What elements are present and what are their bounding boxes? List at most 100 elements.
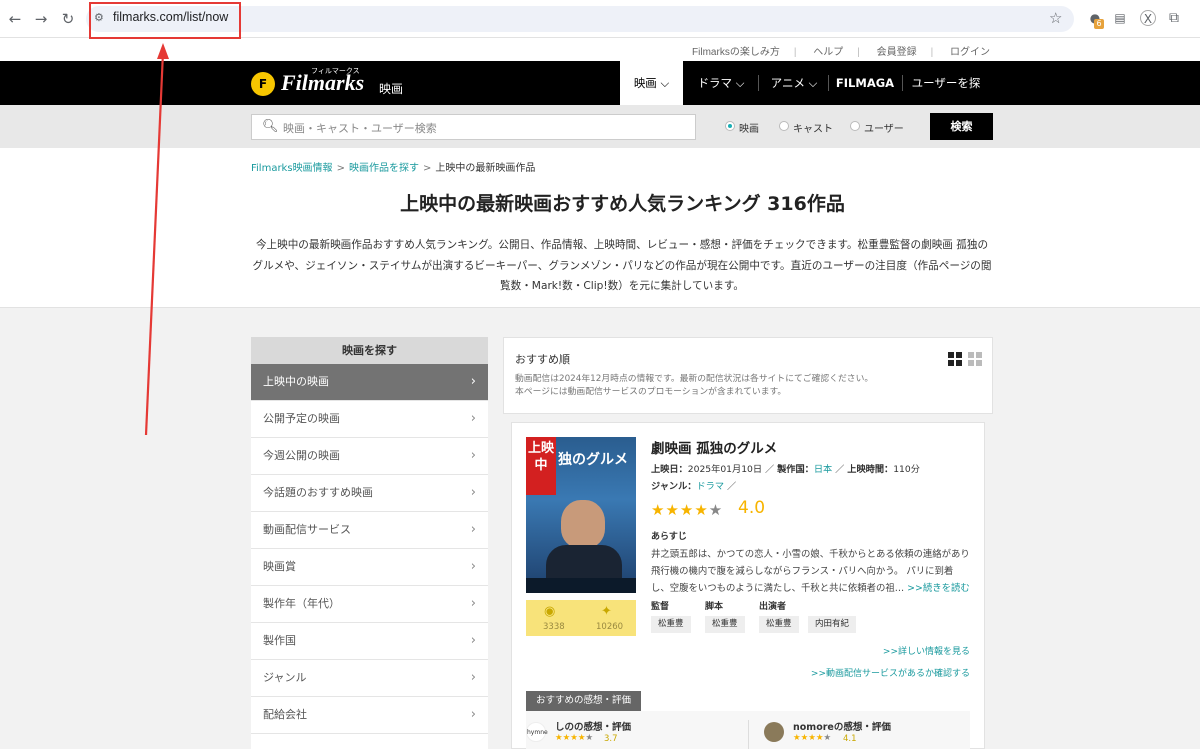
page-title: 上映中の最新映画おすすめ人気ランキング 316作品 (400, 193, 845, 215)
radio-user[interactable] (850, 121, 860, 131)
now-showing-ribbon: 上映中 (526, 437, 556, 495)
sidebar-item-vod[interactable]: 動画配信サービス › (251, 512, 488, 549)
rating-score: 4.0 (738, 498, 766, 518)
sidebar-item-label: 動画配信サービス (263, 523, 351, 536)
search-icon: 🔍︎ (262, 119, 279, 134)
avatar[interactable]: hymne (526, 722, 548, 742)
vod-notice: 動画配信は2024年12月時点の情報です。最新の配信状況は各サイトにてご確認くだ… (515, 373, 873, 399)
nav-drama[interactable]: ドラマ ⌵ (690, 61, 752, 105)
breadcrumb-home[interactable]: Filmarks映画情報 (251, 163, 333, 174)
country-link[interactable]: 日本 (814, 464, 832, 475)
sidebar-item-label: ジャンル (263, 671, 307, 684)
eye-icon[interactable]: ◉ (544, 604, 555, 619)
review-score: 4.1 (843, 734, 857, 744)
movie-genre-line: ジャンル：ドラマ ／ (651, 481, 737, 492)
rating-stars: ★★★★★ (651, 501, 724, 519)
util-link-guide[interactable]: Filmarksの楽しみ方 (692, 47, 780, 58)
sidebar-item-genre[interactable]: ジャンル › (251, 660, 488, 697)
radio-user-label: ユーザー (864, 124, 904, 135)
forward-icon[interactable]: → (32, 10, 50, 28)
release-label: 上映日： (651, 464, 688, 475)
views-count: 3338 (543, 622, 565, 632)
sidebar-item-label: 今週公開の映画 (263, 449, 340, 462)
mark-icon[interactable]: ✦ (601, 604, 612, 619)
sidebar-item-trending[interactable]: 今話題のおすすめ映画 › (251, 475, 488, 512)
chevron-right-icon: › (470, 411, 476, 426)
nav-anime[interactable]: アニメ ⌵ (765, 61, 823, 105)
cast-tag[interactable]: 松重豊 (759, 616, 799, 633)
chevron-right-icon: › (470, 522, 476, 537)
review-score: 3.7 (604, 734, 618, 744)
site-header (0, 61, 1200, 105)
director-tag[interactable]: 松重豊 (651, 616, 691, 633)
nav-separator (828, 75, 829, 91)
sidebar-item-this-week[interactable]: 今週公開の映画 › (251, 438, 488, 475)
back-icon[interactable]: ← (6, 10, 24, 28)
sidebar-item-distributor[interactable]: 配給会社 › (251, 697, 488, 734)
filmarks-logo-icon[interactable]: F (251, 72, 275, 96)
review-author[interactable]: しのの感想・評価 (555, 719, 631, 733)
intro-text: 今上映中の最新映画作品おすすめ人気ランキング。公開日、作品情報、上映時間、レビュ… (252, 239, 992, 292)
nav-movies[interactable]: 映画 ⌵ (620, 61, 683, 105)
avatar[interactable] (764, 722, 784, 742)
search-placeholder: 映画・キャスト・ユーザー検索 (283, 122, 437, 135)
grid-view-icon[interactable] (968, 352, 982, 366)
genre-link[interactable]: ドラマ (696, 481, 724, 492)
sidebar-item-country[interactable]: 製作国 › (251, 623, 488, 660)
review-author[interactable]: nomoreの感想・評価 (793, 719, 891, 733)
breadcrumb-current: 上映中の最新映画作品 (435, 163, 536, 174)
chevron-right-icon: › (470, 633, 476, 648)
radio-movie[interactable] (725, 121, 735, 131)
utility-bar: Filmarksの楽しみ方 | ヘルプ | 会員登録 | ログイン (692, 47, 990, 58)
reload-icon[interactable]: ↻ (59, 10, 77, 28)
release-date: 2025年01月10日 (687, 464, 763, 475)
sidebar-item-label: 製作年（年代） (263, 597, 340, 610)
marks-count: 10260 (596, 622, 624, 632)
radio-cast[interactable] (779, 121, 789, 131)
chevron-right-icon: › (470, 596, 476, 611)
radio-cast-label: キャスト (793, 124, 833, 135)
list-view-icon[interactable] (948, 352, 962, 366)
util-link-login[interactable]: ログイン (950, 47, 990, 58)
chevron-right-icon: › (470, 485, 476, 500)
x-extension-icon[interactable]: X (1140, 10, 1156, 26)
sidebar-item-upcoming[interactable]: 公開予定の映画 › (251, 401, 488, 438)
chevron-right-icon: › (470, 559, 476, 574)
nav-filmaga[interactable]: FILMAGA (832, 61, 898, 105)
poster-strip (526, 578, 636, 593)
chevron-right-icon: › (470, 374, 476, 389)
review-stars: ★★★★★ (555, 733, 594, 743)
vod-link[interactable]: >>動画配信サービスがあるか確認する (811, 666, 970, 679)
document-extension-icon[interactable]: ▤ (1112, 10, 1128, 26)
url-highlight-box (89, 2, 241, 39)
breadcrumb-find[interactable]: 映画作品を探す (349, 163, 419, 174)
poster-face (561, 500, 605, 548)
sidebar-item-label: 公開予定の映画 (263, 412, 340, 425)
country-label: 製作国： (777, 464, 814, 475)
puzzle-extensions-icon[interactable]: ⧉ (1166, 10, 1182, 26)
cast-tag[interactable]: 内田有紀 (808, 616, 857, 633)
sidebar-item-more[interactable] (251, 734, 488, 749)
sidebar-item-label: 製作国 (263, 634, 296, 647)
chevron-right-icon: › (470, 670, 476, 685)
sidebar-item-awards[interactable]: 映画賞 › (251, 549, 488, 586)
detail-link[interactable]: >>詳しい情報を見る (883, 644, 970, 657)
sort-label[interactable]: おすすめ順 (515, 351, 570, 367)
util-link-signup[interactable]: 会員登録 (877, 47, 917, 58)
writer-tag[interactable]: 松重豊 (705, 616, 745, 633)
writer-label: 脚本 (705, 602, 724, 612)
director-label: 監督 (651, 602, 670, 612)
nav-separator (902, 75, 903, 91)
movie-title[interactable]: 劇映画 孤独のグルメ (651, 437, 777, 457)
search-button[interactable]: 検索 (930, 113, 993, 140)
bookmark-star-icon[interactable]: ☆ (1049, 9, 1062, 27)
cast-label: 出演者 (759, 602, 787, 612)
sidebar-item-label: 配給会社 (263, 708, 307, 721)
sidebar-item-now-showing[interactable]: 上映中の映画 › (251, 364, 488, 401)
util-link-help[interactable]: ヘルプ (813, 47, 843, 58)
nav-find-users[interactable]: ユーザーを探す (906, 61, 986, 134)
sidebar-item-year[interactable]: 製作年（年代） › (251, 586, 488, 623)
logo-sub: フィルマークス (311, 67, 360, 75)
read-more-link[interactable]: >>続きを読む (907, 583, 970, 594)
radio-movie-label: 映画 (739, 124, 759, 135)
